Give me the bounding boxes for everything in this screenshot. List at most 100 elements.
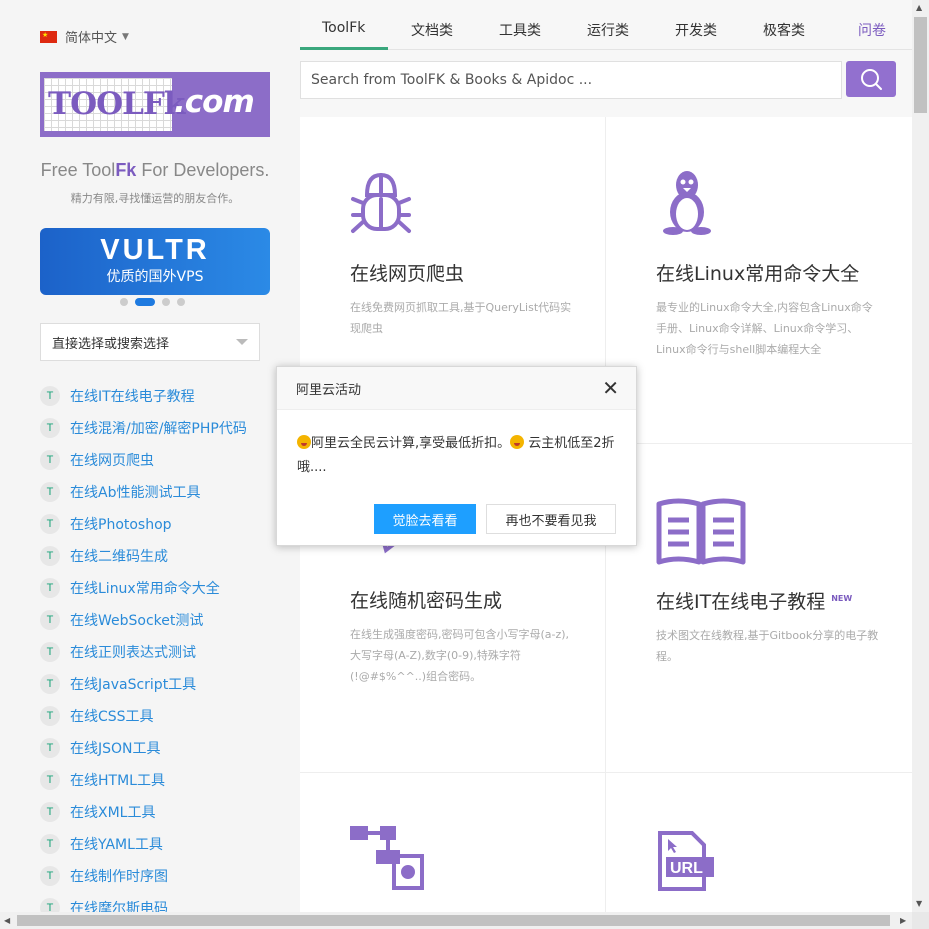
tool-type-icon: T (40, 418, 60, 438)
top-nav: ToolFk 文档类 工具类 运行类 开发类 极客类 问卷 (300, 0, 912, 50)
dismiss-forever-button[interactable]: 再也不要看见我 (486, 504, 616, 534)
tool-list-item[interactable]: T 在线制作时序图 (40, 860, 247, 892)
tool-type-icon: T (40, 834, 60, 854)
tool-list-item[interactable]: T 在线IT在线电子教程 (40, 380, 247, 412)
tool-list-item[interactable]: T 在线Photoshop (40, 508, 247, 540)
visit-button[interactable]: 觉脸去看看 (374, 504, 476, 534)
nav-tab-dev[interactable]: 开发类 (675, 20, 717, 40)
card-title: 在线IT在线电子教程 NEW (656, 591, 853, 613)
tool-link[interactable]: 在线XML工具 (70, 802, 155, 822)
tool-select-placeholder: 直接选择或搜索选择 (52, 336, 170, 352)
nav-tab-tools[interactable]: 工具类 (499, 20, 541, 40)
tool-link[interactable]: 在线Photoshop (70, 514, 172, 534)
tool-link[interactable]: 在线混淆/加密/解密PHP代码 (70, 418, 247, 438)
carousel-dot[interactable] (162, 298, 170, 306)
card-description: 在线免费网页抓取工具,基于QueryList代码实现爬虫 (350, 301, 572, 335)
search-icon (861, 69, 882, 90)
china-flag-icon (40, 30, 57, 43)
tool-link[interactable]: 在线HTML工具 (70, 770, 165, 790)
tool-list-item[interactable]: T 在线CSS工具 (40, 700, 247, 732)
scroll-up-icon[interactable]: ▲ (916, 3, 922, 12)
carousel-dot[interactable] (120, 298, 128, 306)
tool-list-item[interactable]: T 在线混淆/加密/解密PHP代码 (40, 412, 247, 444)
tool-list-item[interactable]: T 在线HTML工具 (40, 764, 247, 796)
nav-link-survey[interactable]: 问卷 (858, 20, 886, 40)
tool-list-item[interactable]: T 在线JavaScript工具 (40, 668, 247, 700)
tool-list-item[interactable]: T 在线WebSocket测试 (40, 604, 247, 636)
tool-link[interactable]: 在线正则表达式测试 (70, 642, 196, 662)
tool-card[interactable] (300, 773, 606, 917)
tool-link[interactable]: 在线IT在线电子教程 (70, 386, 195, 406)
tool-card[interactable]: 在线IT在线电子教程 NEW 技术图文在线教程,基于Gitbook分享的电子教程。 (606, 444, 912, 773)
emoji-icon (510, 435, 525, 449)
language-selector[interactable]: 简体中文 ▼ (40, 27, 129, 46)
language-label: 简体中文 (65, 31, 118, 46)
tool-list-item[interactable]: T 在线XML工具 (40, 796, 247, 828)
horizontal-scroll-thumb[interactable] (17, 915, 890, 926)
promo-dialog: 阿里云活动 ✕ 阿里云全民云计算,享受最低折扣。 云主机低至2折哦.... 觉脸… (276, 366, 637, 546)
new-badge: NEW (831, 593, 853, 603)
tool-link[interactable]: 在线二维码生成 (70, 546, 168, 566)
vertical-scrollbar[interactable]: ▲ ▼ (912, 0, 929, 912)
tool-list: T 在线IT在线电子教程 T 在线混淆/加密/解密PHP代码 T 在线网页爬虫 T 在线Ab性… (40, 380, 247, 924)
tool-type-icon: T (40, 514, 60, 534)
sub-tagline: 精力有限,寻找懂运营的朋友合作。 (70, 192, 240, 205)
tool-type-icon: T (40, 674, 60, 694)
sidebar: 简体中文 ▼ TOOLFk .com Free ToolFk For Devel… (0, 0, 300, 929)
tool-list-item[interactable]: T 在线YAML工具 (40, 828, 247, 860)
tool-link[interactable]: 在线Ab性能测试工具 (70, 482, 200, 502)
scroll-left-icon[interactable]: ◀ (4, 916, 10, 925)
search-input[interactable]: Search from ToolFK & Books & Apidoc ... (300, 61, 842, 99)
card-title: 在线随机密码生成 (350, 590, 503, 612)
tool-list-item[interactable]: T 在线网页爬虫 (40, 444, 247, 476)
tool-link[interactable]: 在线WebSocket测试 (70, 610, 203, 630)
nav-tab-toolfk[interactable]: ToolFk (322, 20, 365, 36)
nav-tab-geek[interactable]: 极客类 (763, 20, 805, 40)
tool-link[interactable]: 在线网页爬虫 (70, 450, 154, 470)
nav-tab-run[interactable]: 运行类 (587, 20, 629, 40)
tool-type-icon: T (40, 450, 60, 470)
tool-type-icon: T (40, 482, 60, 502)
ad-brand: VULTR (100, 234, 210, 266)
tool-list-item[interactable]: T 在线Linux常用命令大全 (40, 572, 247, 604)
tool-link[interactable]: 在线JSON工具 (70, 738, 161, 758)
scroll-right-icon[interactable]: ▶ (900, 916, 906, 925)
bug-icon (351, 172, 411, 233)
horizontal-scrollbar[interactable]: ◀ ▶ (0, 912, 912, 929)
tool-list-item[interactable]: T 在线二维码生成 (40, 540, 247, 572)
tool-link[interactable]: 在线制作时序图 (70, 866, 168, 886)
card-description: 最专业的Linux命令大全,内容包含Linux命令手册、Linux命令详解、Li… (656, 301, 873, 356)
nav-tab-docs[interactable]: 文档类 (411, 20, 453, 40)
carousel-dot-active[interactable] (135, 298, 155, 306)
tool-link[interactable]: 在线CSS工具 (70, 706, 154, 726)
linux-penguin-icon (663, 171, 711, 235)
card-description: 在线生成强度密码,密码可包含小写字母(a-z),大写字母(A-Z),数字(0-9… (350, 628, 570, 683)
tool-card[interactable]: 在线Linux常用命令大全 最专业的Linux命令大全,内容包含Linux命令手… (606, 117, 912, 444)
tool-select[interactable]: 直接选择或搜索选择 (40, 323, 260, 361)
tool-type-icon: T (40, 866, 60, 886)
vertical-scroll-thumb[interactable] (914, 17, 927, 113)
tool-type-icon: T (40, 706, 60, 726)
tool-link[interactable]: 在线Linux常用命令大全 (70, 578, 220, 598)
svg-text:URL: URL (670, 860, 703, 877)
tool-list-item[interactable]: T 在线JSON工具 (40, 732, 247, 764)
tool-card[interactable]: URL (606, 773, 912, 917)
tool-list-item[interactable]: T 在线正则表达式测试 (40, 636, 247, 668)
search-button[interactable] (846, 61, 896, 97)
scroll-down-icon[interactable]: ▼ (916, 899, 922, 908)
toolfk-logo[interactable]: TOOLFk .com (40, 72, 270, 137)
dialog-body: 阿里云全民云计算,享受最低折扣。 云主机低至2折哦.... (297, 435, 615, 475)
tool-type-icon: T (40, 546, 60, 566)
dialog-header: 阿里云活动 ✕ (277, 367, 636, 410)
tool-list-item[interactable]: T 在线Ab性能测试工具 (40, 476, 247, 508)
vultr-ad-banner[interactable]: VULTR 优质的国外VPS (40, 228, 270, 295)
tool-type-icon: T (40, 802, 60, 822)
tool-type-icon: T (40, 738, 60, 758)
tool-link[interactable]: 在线JavaScript工具 (70, 674, 196, 694)
close-icon[interactable]: ✕ (602, 378, 619, 398)
scrollbar-corner (912, 912, 929, 929)
tool-link[interactable]: 在线YAML工具 (70, 834, 163, 854)
carousel-dots (120, 298, 185, 306)
emoji-icon (297, 435, 311, 449)
carousel-dot[interactable] (177, 298, 185, 306)
